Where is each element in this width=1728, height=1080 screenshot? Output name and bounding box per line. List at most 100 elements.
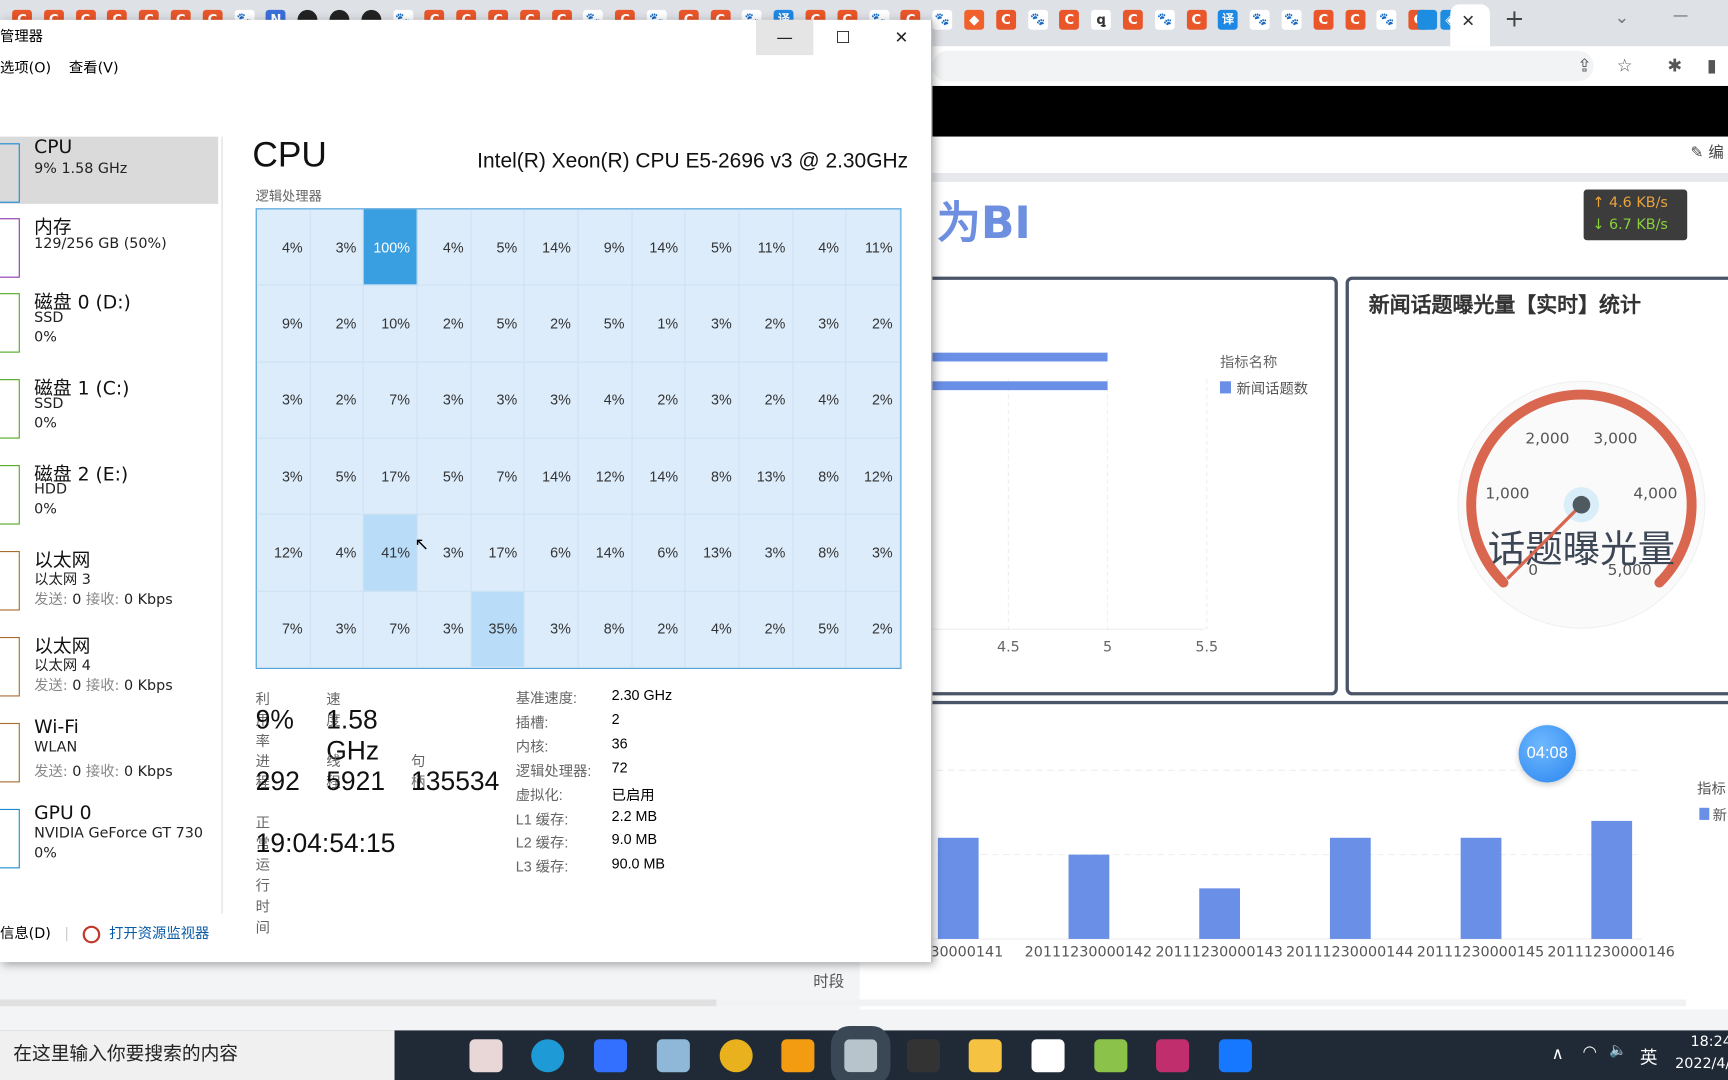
active-tab[interactable]: ✕ [1417, 4, 1490, 47]
sidebar-item[interactable]: GPU 0 NVIDIA GeForce GT 730 0% [0, 802, 218, 879]
open-resource-monitor-link[interactable]: 打开资源监视器 [109, 926, 209, 943]
x-tick-label: 20111230000144 [1286, 945, 1413, 961]
powershell-taskbar-icon[interactable] [906, 1039, 940, 1073]
logical-processor-cell: 12% [256, 515, 311, 592]
x-tick-label: 20111230000145 [1417, 945, 1545, 961]
tab-favicon-misc-icon[interactable]: ꝗ [1091, 9, 1112, 30]
tab-favicon-baidu-icon[interactable]: 🐾 [1027, 9, 1048, 30]
logical-processor-cell: 3% [685, 362, 740, 439]
vmware-taskbar-icon[interactable] [781, 1039, 815, 1073]
tab-favicon-c-icon[interactable]: C [1345, 9, 1365, 30]
logical-processor-cell: 3% [256, 438, 311, 516]
sidebar-icon[interactable]: ▮ [1707, 55, 1717, 76]
tab-favicon-baidu-icon[interactable]: 🐾 [932, 9, 953, 30]
tab-favicon-c-icon[interactable]: C [1059, 9, 1080, 30]
horizontal-scrollbar[interactable] [0, 999, 1687, 1007]
browser-minimize-button[interactable]: — [1673, 7, 1688, 25]
taskbar-search-box[interactable]: 在这里输入你要搜索的内容 [0, 1030, 395, 1080]
sidebar-item[interactable]: 以太网 以太网 3 发送: 0 接收: 0 Kbps [0, 544, 218, 621]
bookmark-star-icon[interactable]: ☆ [1617, 55, 1633, 76]
notepad-taskbar-icon[interactable] [656, 1039, 690, 1073]
timer-badge[interactable]: 04:08 [1518, 725, 1576, 783]
vbar-legend-item[interactable]: 新 [1699, 803, 1727, 824]
logical-processor-cell: 3% [310, 591, 365, 668]
close-tab-icon[interactable]: ✕ [1461, 11, 1475, 31]
menu-options[interactable]: 选项(O) [0, 61, 51, 78]
address-bar[interactable] [932, 50, 1594, 82]
sidebar-item[interactable]: Wi-Fi WLAN 发送: 0 接收: 0 Kbps [0, 716, 218, 793]
logical-processor-cell: 5% [471, 209, 525, 286]
logical-processor-cell: 4% [793, 209, 847, 286]
task-manager-taskbar-icon[interactable] [830, 1025, 891, 1080]
tab-favicon-c-icon[interactable]: C [1122, 9, 1143, 30]
threads-value: 5921 [326, 767, 386, 797]
tab-favicon-baidu-icon[interactable]: 🐾 [1249, 9, 1270, 30]
sidebar-item[interactable]: 磁盘 1 (C:) SSD 0% [0, 372, 218, 449]
fewer-details-link[interactable]: 信息(D) [0, 926, 51, 943]
wifi-icon[interactable]: ◠ [1583, 1041, 1597, 1061]
edge-taskbar-icon[interactable] [531, 1039, 565, 1073]
typora-taskbar-icon[interactable] [1031, 1039, 1065, 1073]
snipping-taskbar-icon[interactable] [469, 1039, 503, 1073]
intellij-taskbar-icon[interactable] [1156, 1039, 1190, 1073]
logical-processor-cell: 4% [256, 209, 311, 286]
logical-processor-cell: 3% [524, 362, 579, 439]
item-detail: HDD [34, 481, 68, 499]
hbar-chart: 4.5 5 5.5 [862, 352, 1218, 655]
explorer-taskbar-icon[interactable] [969, 1039, 1003, 1073]
usage-graph-thumbnail [0, 636, 20, 697]
share-icon[interactable]: ⇪ [1577, 55, 1592, 76]
logical-processor-cell: 4% [793, 362, 847, 439]
extensions-icon[interactable]: ✱ [1667, 55, 1682, 76]
tab-favicon-brave-icon[interactable]: ◆ [964, 9, 985, 30]
logical-processor-cell: 14% [578, 515, 633, 592]
volume-icon[interactable]: 🔈 [1609, 1043, 1627, 1060]
sidebar-item[interactable]: 以太网 以太网 4 发送: 0 接收: 0 Kbps [0, 630, 218, 707]
task-view-taskbar-icon[interactable] [406, 1039, 440, 1073]
ime-indicator[interactable]: 英 [1640, 1043, 1658, 1069]
scrollbar-thumb[interactable] [0, 999, 717, 1007]
tab-search-button[interactable]: ⌄ [1614, 7, 1629, 28]
logical-processor-cell: 6% [524, 515, 579, 592]
usage-graph-thumbnail [0, 465, 20, 525]
new-tab-button[interactable]: + [1504, 6, 1524, 34]
edit-button[interactable]: ✎ 编 [1691, 141, 1724, 163]
hbar-legend-item[interactable]: 新闻话题数 [1219, 377, 1308, 398]
tray-chevron-icon[interactable]: ∧ [1552, 1044, 1564, 1064]
gauge-title: 新闻话题曝光量【实时】统计 [1368, 293, 1641, 318]
item-name: GPU 0 [34, 802, 92, 825]
logical-processor-cell: 2% [846, 285, 901, 363]
logical-processor-cell: 3% [471, 362, 525, 439]
logical-processor-cell: 8% [793, 515, 847, 592]
minimize-button[interactable]: — [755, 19, 814, 56]
tab-favicon-c-icon[interactable]: C [1313, 9, 1334, 30]
edit-label: 编 [1708, 144, 1724, 162]
title-bar[interactable]: 管理器 — ☐ ✕ [0, 19, 932, 56]
menu-view[interactable]: 查看(V) [69, 61, 119, 78]
gauge-panel: 0 1,000 2,000 3,000 4,000 5,000 话题曝光量 [1345, 276, 1728, 696]
logical-processor-cell: 35% [471, 591, 525, 668]
logical-processor-cell: 41% [364, 515, 418, 592]
feishu-taskbar-icon[interactable] [594, 1039, 628, 1073]
logical-processor-cell: 14% [524, 209, 579, 286]
usage-graph-thumbnail [0, 143, 20, 203]
clock-date[interactable]: 2022/4/ [1675, 1056, 1728, 1073]
sidebar-item[interactable]: CPU 9% 1.58 GHz [0, 136, 219, 204]
tab-favicon-baidu-icon[interactable]: 🐾 [1154, 9, 1175, 30]
close-button[interactable]: ✕ [873, 20, 930, 55]
sidebar-item[interactable]: 磁盘 2 (E:) HDD 0% [0, 458, 218, 535]
sidebar-item[interactable]: 内存 129/256 GB (50%) [0, 212, 218, 289]
dingtalk-taskbar-icon[interactable] [1218, 1039, 1253, 1073]
tab-favicon-baidu-icon[interactable]: 🐾 [1376, 9, 1397, 30]
tab-favicon-c-icon[interactable]: C [996, 9, 1016, 30]
tab-favicon-baidu-icon[interactable]: 🐾 [1281, 9, 1302, 30]
cpu-model: Intel(R) Xeon(R) CPU E5-2696 v3 @ 2.30GH… [477, 149, 909, 174]
maximize-button[interactable]: ☐ [814, 20, 871, 55]
tab-favicon-translate-icon[interactable]: 译 [1218, 9, 1239, 30]
notepad-plus-taskbar-icon[interactable] [1093, 1039, 1128, 1073]
clock-time[interactable]: 18:24 [1691, 1034, 1728, 1051]
spec-value: 2 [611, 710, 620, 728]
tab-favicon-c-icon[interactable]: C [1186, 9, 1207, 30]
chrome-taskbar-icon[interactable] [719, 1039, 753, 1073]
sidebar-item[interactable]: 磁盘 0 (D:) SSD 0% [0, 287, 218, 364]
